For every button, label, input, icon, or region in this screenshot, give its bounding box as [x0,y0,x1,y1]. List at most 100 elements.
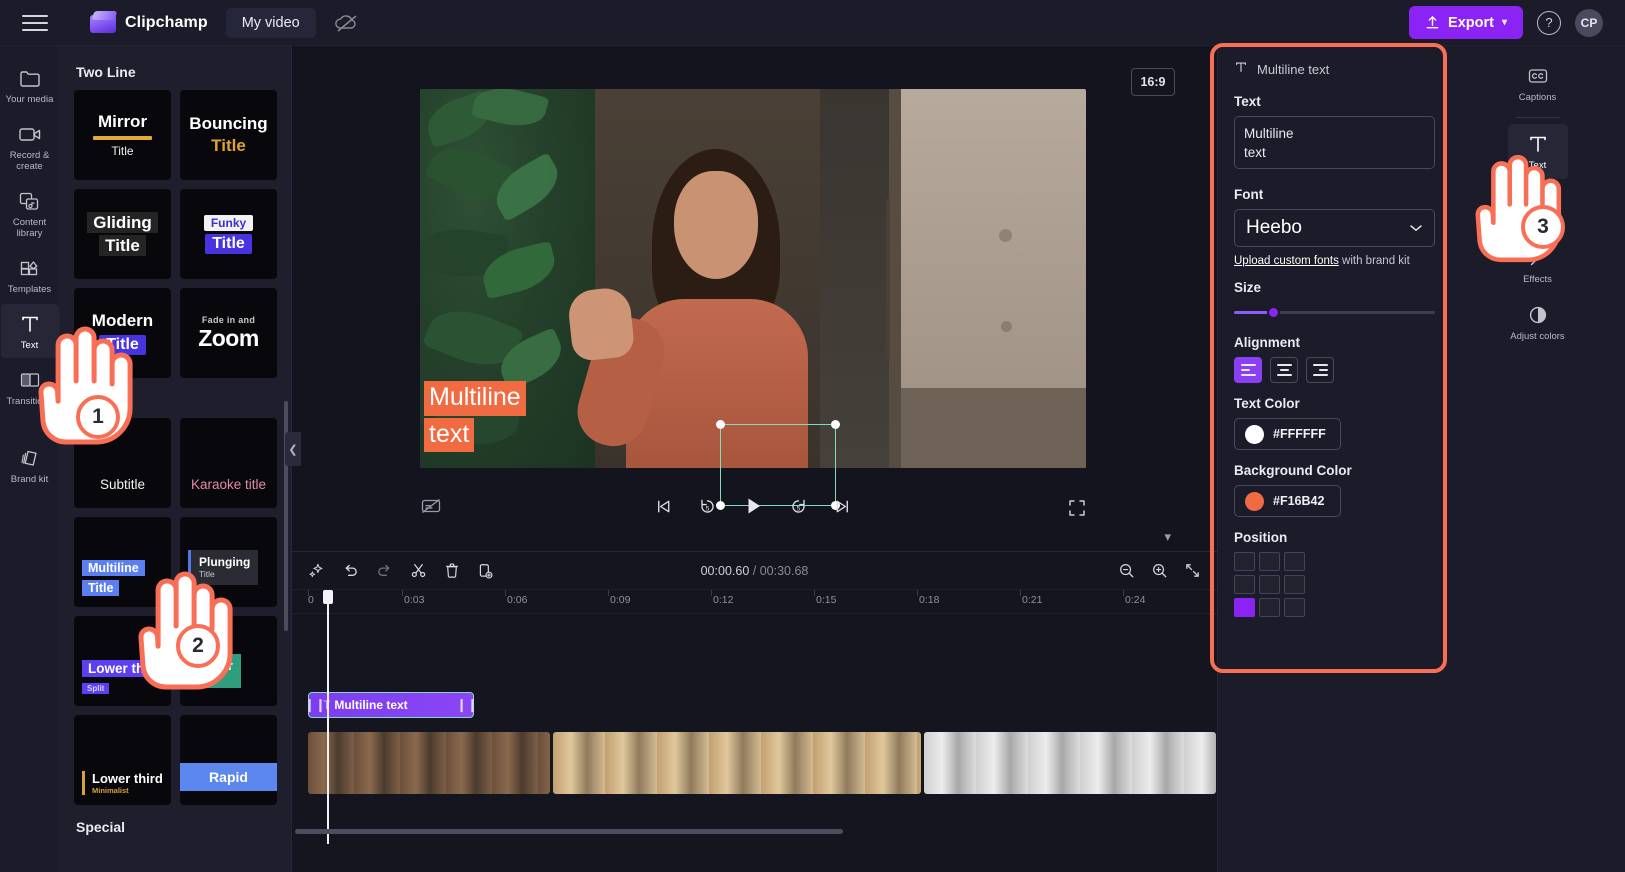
sidebar-item-content-library[interactable]: Content library [1,181,59,246]
canvas-text-overlay[interactable]: Multiline text [424,381,542,452]
timeline-video-clip-1[interactable] [308,732,550,794]
position-cell-middle-right[interactable] [1284,575,1305,594]
ruler-tick: 0:15 [816,594,837,606]
timeline: 00:00.60 / 00:30.68 0 0:03 0:06 0:09 0:1… [292,551,1217,872]
overlay-line-1: Multiline [424,381,526,416]
sidebar-item-text[interactable]: Text [0,304,59,358]
align-left-button[interactable] [1234,357,1262,383]
text-label: Text [1234,94,1261,109]
position-label: Position [1234,530,1288,545]
playhead[interactable] [323,590,333,844]
upload-custom-fonts-link[interactable]: Upload custom fonts [1234,255,1339,267]
timeline-horizontal-scrollbar[interactable] [292,829,1217,837]
template-card-fade-in-and-zoom[interactable]: Fade in and Zoom [180,288,277,378]
skip-next-button[interactable] [833,497,852,516]
step-badge-3: 3 [1521,205,1565,249]
person-in-video [566,149,816,468]
magic-ai-icon[interactable] [308,562,325,579]
template-card-karaoke-title[interactable]: Karaoke title [180,418,277,508]
rewind-5-seconds-button[interactable]: 5 [697,496,718,517]
video-preview-canvas[interactable]: Multiline text [420,89,1086,468]
template-card-multiline-title[interactable]: Multiline Title [74,517,171,607]
playhead-handle[interactable] [323,590,333,604]
delete-trash-icon[interactable] [444,562,460,579]
position-cell-bottom-center[interactable] [1259,598,1280,617]
timeline-tracks[interactable]: ❙❙ T Multiline text ❙❙ [292,590,1217,844]
undo-icon[interactable] [342,562,359,579]
project-title[interactable]: My video [225,7,316,38]
template-card-rapid[interactable]: Rapid [180,715,277,805]
split-scissors-icon[interactable] [410,562,427,579]
text-color-picker[interactable]: #FFFFFF [1234,418,1341,450]
collapse-panel-button[interactable]: ❮ [285,432,301,466]
redo-icon[interactable] [376,562,393,579]
alignment-label: Alignment [1234,335,1300,350]
position-cell-middle-center[interactable] [1259,575,1280,594]
play-button[interactable] [742,495,764,517]
timeline-text-clip[interactable]: ❙❙ T Multiline text ❙❙ [304,692,478,718]
timeline-ruler[interactable]: 0 0:03 0:06 0:09 0:12 0:15 0:18 0:21 0:2… [292,590,1217,614]
hamburger-menu-icon[interactable] [22,12,48,34]
template-card-lower-third-split[interactable]: Lower third Split [74,616,171,706]
template-card-lower-third-minimalist[interactable]: Lower third Minimalist [74,715,171,805]
position-cell-top-left[interactable] [1234,552,1255,571]
clip-trim-handle-right[interactable]: ❙❙ [456,697,478,713]
text-input[interactable] [1234,116,1435,169]
tab-text[interactable]: Text [1507,124,1568,179]
clip-trim-handle-left[interactable]: ❙❙ [304,697,326,713]
position-cell-middle-left[interactable] [1234,575,1255,594]
template-card-gliding-title[interactable]: Gliding Title [74,189,171,279]
duplicate-icon[interactable] [477,562,494,580]
background-color-picker[interactable]: #F16B42 [1234,485,1341,517]
resize-handle-tl[interactable] [716,420,725,429]
sidebar-item-transitions[interactable]: Transitions [1,360,59,414]
timeline-video-clip-3[interactable] [924,732,1216,794]
avatar[interactable]: CP [1575,8,1603,37]
font-select[interactable]: Heebo [1234,209,1435,247]
skip-previous-button[interactable] [654,497,673,516]
position-cell-bottom-right[interactable] [1284,598,1305,617]
upload-fonts-link-row[interactable]: Upload custom fonts with brand kit [1234,255,1434,267]
template-card-plunging-title[interactable]: Plunging Title [180,517,277,607]
align-right-button[interactable] [1306,357,1334,383]
font-value: Heebo [1246,217,1302,238]
forward-5-seconds-button[interactable]: 5 [788,496,809,517]
help-icon[interactable]: ? [1537,10,1561,35]
sidebar-item-templates[interactable]: Templates [1,248,59,302]
template-line1: Modern [91,311,154,330]
template-card-modern-title[interactable]: Modern Title [74,288,171,378]
size-slider-knob[interactable] [1267,305,1280,319]
sidebar-item-your-media[interactable]: Your media [1,58,59,112]
collapse-preview-chevron-icon[interactable]: ▾ [1164,529,1171,545]
template-line1: Multiline [82,560,145,576]
zoom-out-icon[interactable] [1118,562,1135,579]
size-slider[interactable] [1234,302,1435,322]
position-cell-top-right[interactable] [1284,552,1305,571]
fit-timeline-icon[interactable] [1184,562,1201,579]
tab-adjust-colors[interactable]: Adjust colors [1508,295,1568,350]
ruler-tick: 0:21 [1022,594,1043,606]
position-cell-top-center[interactable] [1259,552,1280,571]
align-center-button[interactable] [1270,357,1298,383]
sidebar-item-record-create[interactable]: Record & create [1,114,59,179]
timeline-video-clip-2[interactable] [553,732,921,794]
fullscreen-icon[interactable] [1068,499,1086,517]
position-cell-bottom-left[interactable] [1234,598,1255,617]
aspect-ratio-badge[interactable]: 16:9 [1131,68,1175,96]
template-card-bouncing-title[interactable]: Bouncing Title [180,90,277,180]
ruler-tick: 0:09 [610,594,631,606]
resize-handle-tr[interactable] [831,420,840,429]
zoom-in-icon[interactable] [1151,562,1168,579]
template-card-funky-title[interactable]: Funky Title [180,189,277,279]
cloud-off-icon[interactable] [334,10,360,36]
clip-label: Multiline text [334,698,408,712]
text-t-icon [1234,60,1248,78]
template-card-mirror-title[interactable]: Mirror Title [74,90,171,180]
scrollbar-thumb[interactable] [295,829,843,834]
sidebar-item-brand-kit[interactable]: Brand kit [1,438,59,492]
template-line1: Gliding [87,211,158,233]
export-button[interactable]: Export ▾ [1409,6,1523,39]
tab-captions[interactable]: Captions [1508,56,1568,111]
background-color-swatch [1245,491,1264,511]
templates-scroll-area[interactable]: Two Line Mirror Title Bouncing Title Gli… [60,46,291,872]
